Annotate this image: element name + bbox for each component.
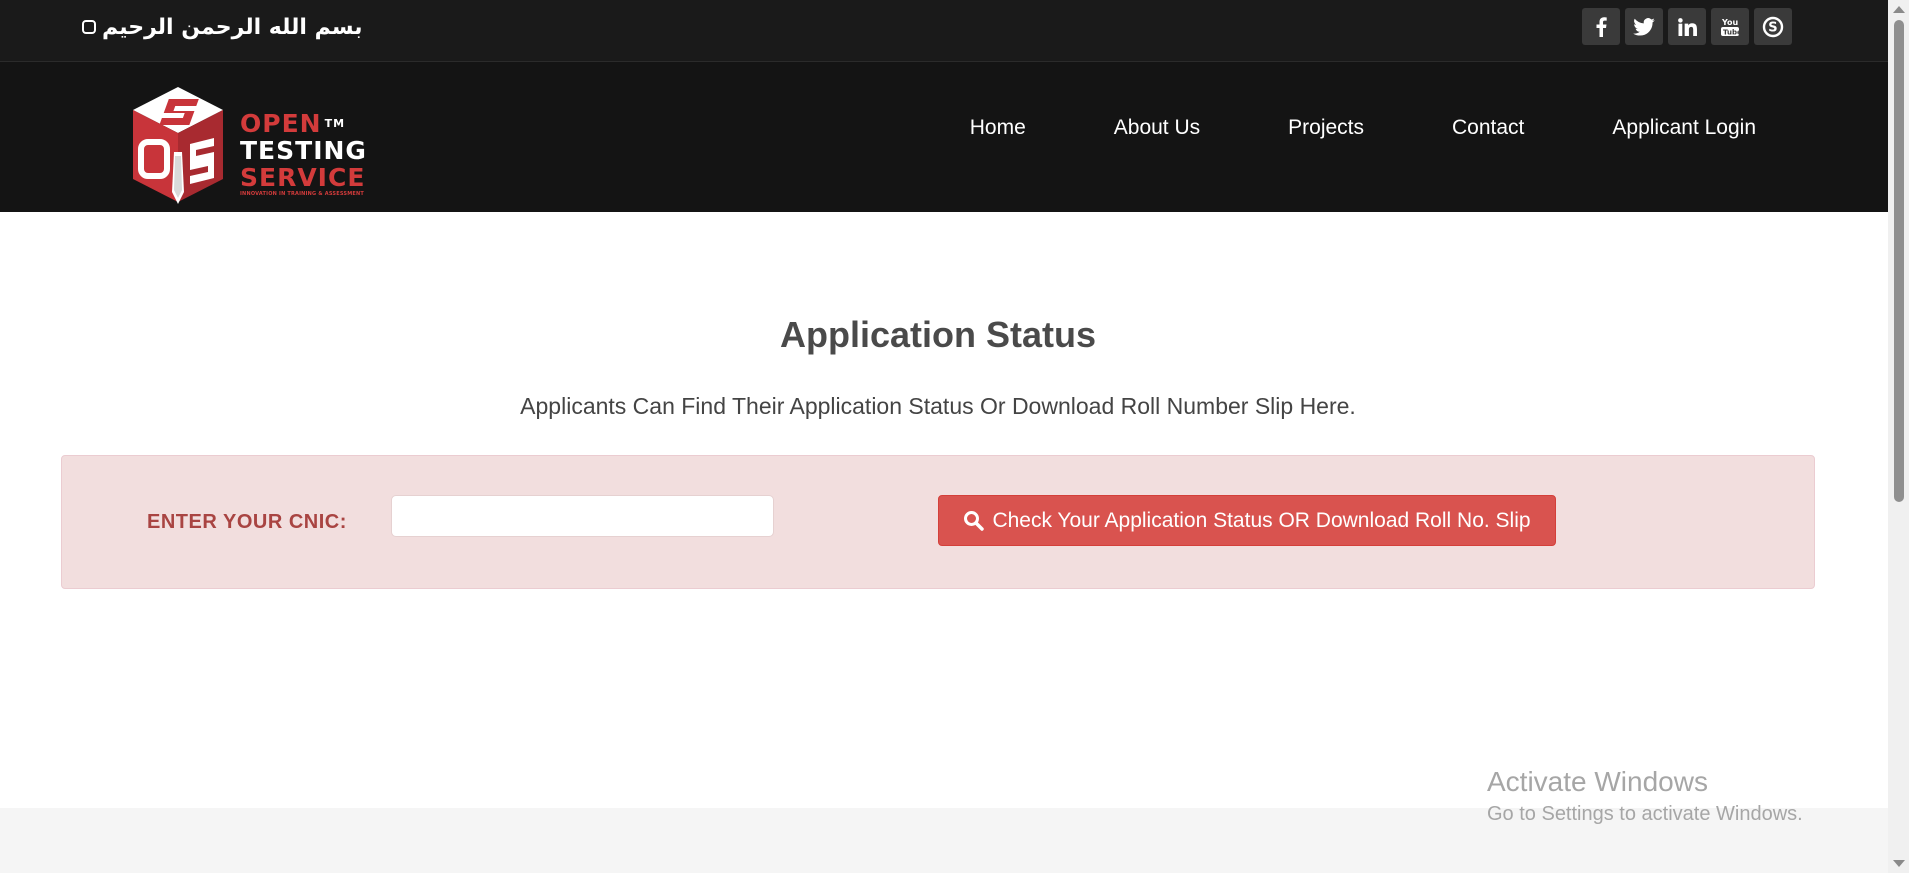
logo-testing: TESTING	[240, 136, 367, 165]
main-nav: Home About Us Projects Contact Applicant…	[926, 116, 1756, 140]
ots-logo-mark-icon	[133, 87, 223, 204]
nav-about-us[interactable]: About Us	[1070, 116, 1244, 140]
watermark-subtitle: Go to Settings to activate Windows.	[1487, 803, 1803, 825]
scroll-up-icon[interactable]	[1893, 6, 1905, 13]
linkedin-icon[interactable]	[1668, 8, 1706, 45]
cnic-label: ENTER YOUR CNIC:	[147, 511, 347, 533]
logo-open: OPEN	[240, 109, 322, 138]
svg-text:S: S	[1768, 20, 1777, 35]
search-icon	[964, 511, 985, 531]
svg-text:You: You	[1721, 18, 1739, 27]
windows-activation-watermark: Activate Windows Go to Settings to activ…	[1487, 764, 1803, 828]
page-title: Application Status	[779, 314, 1097, 355]
logo-tm: TM	[324, 117, 346, 130]
check-status-button-label: Check Your Application Status OR Downloa…	[992, 508, 1531, 532]
main-header: OPEN TM TESTING SERVICE INNOVATION IN TRA…	[0, 62, 1888, 212]
scroll-down-icon[interactable]	[1893, 860, 1905, 867]
vertical-scrollbar[interactable]	[1888, 0, 1909, 873]
bismillah: بسم الله الرحمن الرحيم	[82, 12, 363, 42]
logo-wordmark: OPEN TM TESTING SERVICE INNOVATION IN TRA…	[240, 110, 367, 197]
youtube-icon[interactable]: You Tube	[1711, 8, 1749, 45]
page: بسم الله الرحمن الرحيم You Tube S OPEN T…	[0, 0, 1909, 873]
top-bar: بسم الله الرحمن الرحيم You Tube S	[0, 0, 1888, 62]
bismillah-text: بسم الله الرحمن الرحيم	[102, 14, 363, 40]
social-links: You Tube S	[1582, 8, 1792, 45]
nav-home[interactable]: Home	[926, 116, 1070, 140]
site-logo[interactable]: OPEN TM TESTING SERVICE INNOVATION IN TRA…	[128, 82, 366, 212]
twitter-icon[interactable]	[1625, 8, 1663, 45]
watermark-title: Activate Windows	[1487, 766, 1708, 797]
cnic-search-panel: ENTER YOUR CNIC: Check Your Application …	[61, 455, 1815, 589]
scroll-thumb[interactable]	[1894, 20, 1904, 502]
logo-service: SERVICE	[240, 163, 366, 192]
nav-contact[interactable]: Contact	[1408, 116, 1568, 140]
logo-tagline: INNOVATION IN TRAINING & ASSESSMENT	[240, 191, 364, 197]
cnic-input[interactable]	[391, 495, 774, 537]
check-status-button[interactable]: Check Your Application Status OR Downloa…	[938, 495, 1556, 546]
nav-projects[interactable]: Projects	[1244, 116, 1408, 140]
page-subtitle: Applicants Can Find Their Application St…	[520, 393, 1356, 419]
skype-icon[interactable]: S	[1754, 8, 1792, 45]
nav-applicant-login[interactable]: Applicant Login	[1568, 116, 1756, 140]
square-icon	[82, 20, 96, 34]
svg-text:Tube: Tube	[1723, 28, 1741, 36]
facebook-icon[interactable]	[1582, 8, 1620, 45]
